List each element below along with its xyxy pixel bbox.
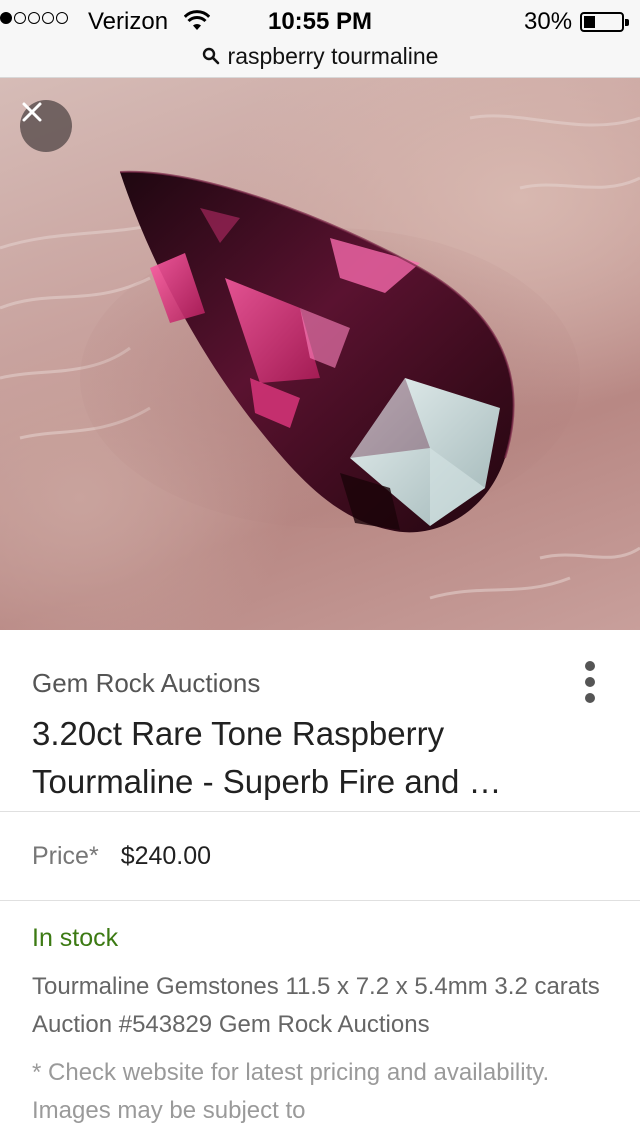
more-vert-icon xyxy=(585,661,595,671)
divider xyxy=(0,900,640,901)
browser-top-bar: Verizon 10:55 PM 30% raspberry tourmalin… xyxy=(0,0,640,78)
url-query: raspberry tourmaline xyxy=(227,42,439,69)
product-title[interactable]: 3.20ct Rare Tone Raspberry Tourmaline - … xyxy=(32,710,592,806)
more-options-button[interactable] xyxy=(572,660,608,704)
gemstone-illustration xyxy=(0,114,640,600)
search-icon xyxy=(202,47,219,65)
battery-icon xyxy=(580,12,629,32)
result-card: Gem Rock Auctions 3.20ct Rare Tone Raspb… xyxy=(0,630,640,1136)
price-label: Price* xyxy=(32,842,99,870)
url-bar[interactable]: raspberry tourmaline xyxy=(0,40,640,72)
stock-status: In stock xyxy=(32,924,119,952)
product-description: Tourmaline Gemstones 11.5 x 7.2 x 5.4mm … xyxy=(32,973,600,1038)
price-row: Price* $240.00 xyxy=(32,842,211,871)
battery-percent: 30% xyxy=(524,8,573,35)
status-bar: Verizon 10:55 PM 30% xyxy=(0,6,640,36)
close-icon xyxy=(22,102,42,122)
price-value: $240.00 xyxy=(120,842,212,870)
divider xyxy=(0,811,640,812)
gemstone-image[interactable] xyxy=(0,78,640,630)
close-button[interactable] xyxy=(20,100,72,152)
seller-name[interactable]: Gem Rock Auctions xyxy=(32,668,260,699)
price-disclaimer: * Check website for latest pricing and a… xyxy=(32,1059,550,1124)
